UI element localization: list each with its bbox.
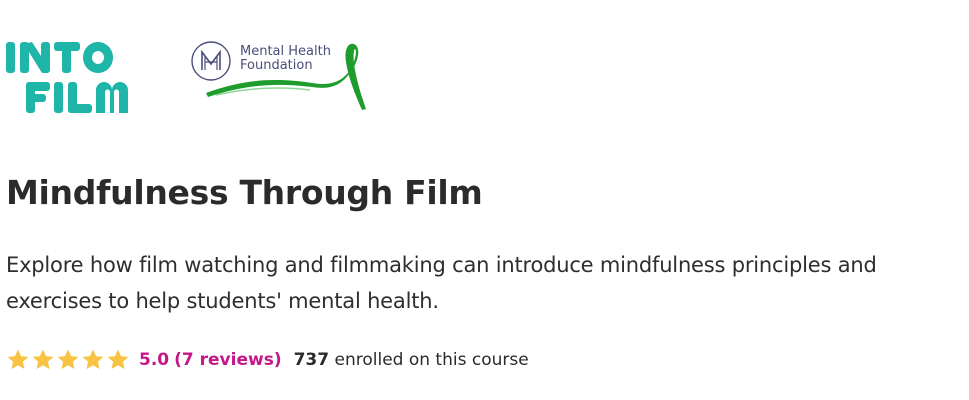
enrollment-label: enrolled on this course xyxy=(334,350,529,370)
page-title: Mindfulness Through Film xyxy=(6,173,483,212)
star-icon xyxy=(82,349,104,369)
enrollment-info: 737 enrolled on this course xyxy=(294,350,529,370)
enrollment-count: 737 xyxy=(293,350,330,370)
green-ribbon-icon xyxy=(206,43,366,111)
rating-score: 5.0 xyxy=(139,350,170,370)
star-icon xyxy=(57,349,79,369)
reviews-link[interactable]: 5.0 (7 reviews) xyxy=(139,350,282,370)
mental-health-foundation-logo: Mental Health Foundation xyxy=(190,40,370,116)
reviews-count: (7 reviews) xyxy=(174,350,282,370)
course-description: Explore how film watching and filmmaking… xyxy=(6,253,877,313)
star-rating xyxy=(6,348,131,372)
partner-logos: Mental Health Foundation xyxy=(6,40,386,118)
rating-row: 5.0 (7 reviews) 737 enrolled on this cour… xyxy=(6,346,529,374)
star-icon xyxy=(32,349,54,369)
into-film-logo xyxy=(6,42,128,113)
star-icon xyxy=(107,349,129,369)
star-icon xyxy=(7,349,29,369)
